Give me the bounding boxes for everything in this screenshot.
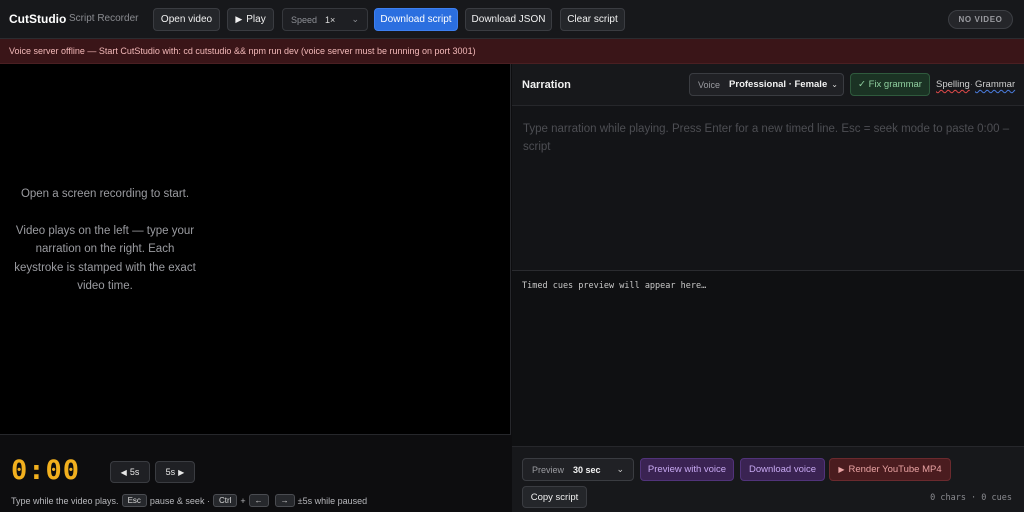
render-youtube-button[interactable]: ▶ Render YouTube MP4: [829, 458, 951, 481]
chevron-down-icon: ⌄: [351, 14, 359, 24]
speed-value: 1×: [325, 14, 336, 25]
script-stats: 0 chars · 0 cues: [930, 493, 1012, 503]
seek-forward-button[interactable]: 5s ▶: [155, 461, 195, 483]
open-video-button[interactable]: Open video: [153, 8, 220, 31]
download-script-label: Download script: [380, 14, 452, 25]
grammar-toggle[interactable]: Grammar: [975, 79, 1015, 90]
voice-value: Professional · Female: [729, 79, 828, 90]
voice-server-alert: Voice server offline — Start CutStudio w…: [0, 39, 1024, 64]
seek-forward-label: 5s: [165, 467, 176, 477]
narration-editor[interactable]: Type narration while playing. Press Ente…: [512, 107, 1024, 270]
video-timer: 0:00: [11, 455, 81, 486]
clear-script-button[interactable]: Clear script: [560, 8, 625, 31]
download-voice-button[interactable]: Download voice: [740, 458, 825, 481]
empty-state-line1: Open a screen recording to start.: [20, 188, 190, 200]
kbd-right-arrow: →: [274, 494, 295, 507]
hint-plus: +: [240, 495, 246, 506]
narration-placeholder: Type narration while playing. Press Ente…: [523, 123, 1010, 153]
cues-placeholder: Timed cues preview will appear here…: [522, 281, 707, 291]
voice-select[interactable]: Voice Professional · Female ⌄: [689, 73, 844, 96]
download-json-label: Download JSON: [471, 14, 546, 25]
chevron-down-icon: ⌄: [831, 80, 838, 89]
play-button[interactable]: ▶ Play: [227, 8, 274, 31]
app-subtitle: Script Recorder: [69, 13, 139, 24]
play-icon: ▶: [235, 14, 243, 24]
triangle-right-icon: ▶: [178, 467, 185, 477]
clear-script-label: Clear script: [567, 14, 618, 25]
kbd-esc: Esc: [121, 494, 147, 507]
narration-panel: Narration Voice Professional · Female ⌄ …: [512, 64, 1024, 512]
kbd-ctrl: Ctrl: [212, 494, 238, 507]
speed-label: Speed: [291, 14, 318, 25]
hint-text-2: pause & seek ·: [149, 495, 210, 506]
preview-label: Preview: [532, 464, 565, 475]
fix-grammar-label: ✓ Fix grammar: [858, 79, 922, 90]
app-brand: CutStudio: [9, 12, 67, 26]
top-toolbar: CutStudio Script Recorder Open video ▶ P…: [0, 0, 1024, 39]
hint-text-3: ±5s while paused: [297, 495, 368, 506]
render-youtube-label: Render YouTube MP4: [848, 464, 942, 475]
kbd-left-arrow: ←: [248, 494, 269, 507]
empty-state: Open a screen recording to start. Video …: [10, 185, 200, 296]
triangle-left-icon: ◀: [120, 467, 127, 477]
spelling-toggle[interactable]: Spelling: [936, 79, 970, 90]
keyboard-hint: Type while the video plays. Esc pause & …: [11, 494, 367, 507]
download-voice-label: Download voice: [748, 464, 817, 475]
player-controls: 0:00 ◀ 5s 5s ▶ Type while the video play…: [0, 434, 511, 512]
play-icon: ▶: [838, 465, 845, 474]
empty-state-line2: Video plays on the left — type your narr…: [14, 224, 196, 293]
chevron-down-icon: ⌄: [616, 464, 624, 474]
preview-with-voice-label: Preview with voice: [647, 464, 727, 475]
preview-with-voice-button[interactable]: Preview with voice: [640, 458, 734, 481]
copy-script-button[interactable]: Copy script: [522, 486, 587, 508]
video-panel[interactable]: Open a screen recording to start. Video …: [0, 64, 511, 512]
seek-back-button[interactable]: ◀ 5s: [110, 461, 150, 483]
open-video-label: Open video: [160, 14, 213, 25]
voice-label: Voice: [698, 79, 721, 90]
narration-title: Narration: [522, 79, 571, 91]
video-status-badge: NO VIDEO: [948, 10, 1013, 29]
download-script-button[interactable]: Download script: [374, 8, 458, 31]
video-status-label: NO VIDEO: [958, 15, 1003, 24]
alert-message: Voice server offline — Start CutStudio w…: [9, 46, 476, 56]
download-json-button[interactable]: Download JSON: [465, 8, 552, 31]
speed-select[interactable]: Speed 1× ⌄: [282, 8, 368, 31]
cues-preview: Timed cues preview will appear here…: [512, 270, 1024, 446]
copy-script-label: Copy script: [530, 491, 579, 503]
narration-header: Narration Voice Professional · Female ⌄ …: [512, 64, 1024, 106]
preview-value: 30 sec: [573, 464, 601, 475]
fix-grammar-button[interactable]: ✓ Fix grammar: [850, 73, 930, 96]
hint-text-1: Type while the video plays.: [11, 495, 119, 506]
seek-back-label: 5s: [129, 467, 140, 477]
play-label: Play: [246, 14, 266, 25]
separator: ·: [970, 79, 973, 89]
preview-duration-select[interactable]: Preview 30 sec ⌄: [522, 458, 634, 481]
narration-footer: Preview 30 sec ⌄ Preview with voice Down…: [512, 446, 1024, 512]
